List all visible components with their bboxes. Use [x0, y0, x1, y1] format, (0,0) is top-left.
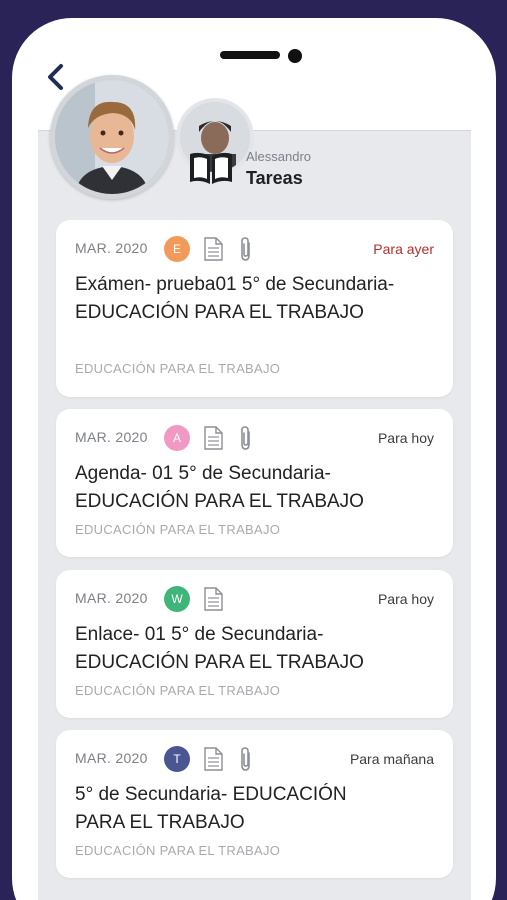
task-date: MAR. 2020 [75, 590, 148, 606]
document-icon [204, 587, 223, 611]
page-title: Tareas [246, 168, 303, 188]
task-subject: EDUCACIÓN PARA EL TRABAJO [75, 361, 281, 376]
task-card[interactable]: MAR. 2020 E Para ayer Exámen- prueba01 5… [56, 220, 453, 397]
task-subject: EDUCACIÓN PARA EL TRABAJO [75, 683, 281, 698]
teacher-badge: T [164, 746, 190, 772]
teacher-badge: E [164, 236, 190, 262]
due-label: Para hoy [377, 591, 434, 607]
teacher-badge: W [164, 586, 190, 612]
task-card[interactable]: MAR. 2020 T Para mañana 5° de Secundaria… [56, 730, 453, 878]
camera-dot [288, 49, 302, 63]
speaker-bar [220, 51, 280, 59]
task-card[interactable]: MAR. 2020 W Para hoy Enlace- 01 5° de Se… [56, 570, 453, 718]
due-label: Para ayer [373, 241, 434, 257]
document-icon [204, 747, 223, 771]
task-date: MAR. 2020 [75, 750, 148, 766]
task-date: MAR. 2020 [75, 240, 148, 256]
task-card[interactable]: MAR. 2020 A Para hoy Agenda- 01 5° de Se… [56, 409, 453, 557]
task-subject: EDUCACIÓN PARA EL TRABAJO [75, 843, 281, 858]
teacher-badge: A [164, 425, 190, 451]
paperclip-icon [241, 237, 250, 261]
open-book-icon [190, 152, 232, 184]
paperclip-icon [241, 426, 250, 450]
task-subject: EDUCACIÓN PARA EL TRABAJO [75, 522, 281, 537]
document-icon [204, 237, 223, 261]
task-title: 5° de Secundaria- EDUCACIÓN PARA EL TRAB… [75, 784, 347, 833]
student-avatar[interactable] [50, 75, 174, 199]
due-label: Para hoy [377, 430, 434, 446]
task-title: Agenda- 01 5° de Secundaria- EDUCACIÓN P… [75, 463, 364, 512]
paperclip-icon [241, 747, 250, 771]
task-title: Exámen- prueba01 5° de Secundaria- EDUCA… [75, 274, 395, 323]
task-date: MAR. 2020 [75, 429, 148, 445]
user-name: Alessandro [246, 149, 312, 164]
due-label: Para mañana [349, 751, 434, 767]
back-arrow-icon[interactable] [42, 62, 72, 92]
document-icon [204, 426, 223, 450]
task-title: Enlace- 01 5° de Secundaria- EDUCACIÓN P… [75, 624, 364, 673]
